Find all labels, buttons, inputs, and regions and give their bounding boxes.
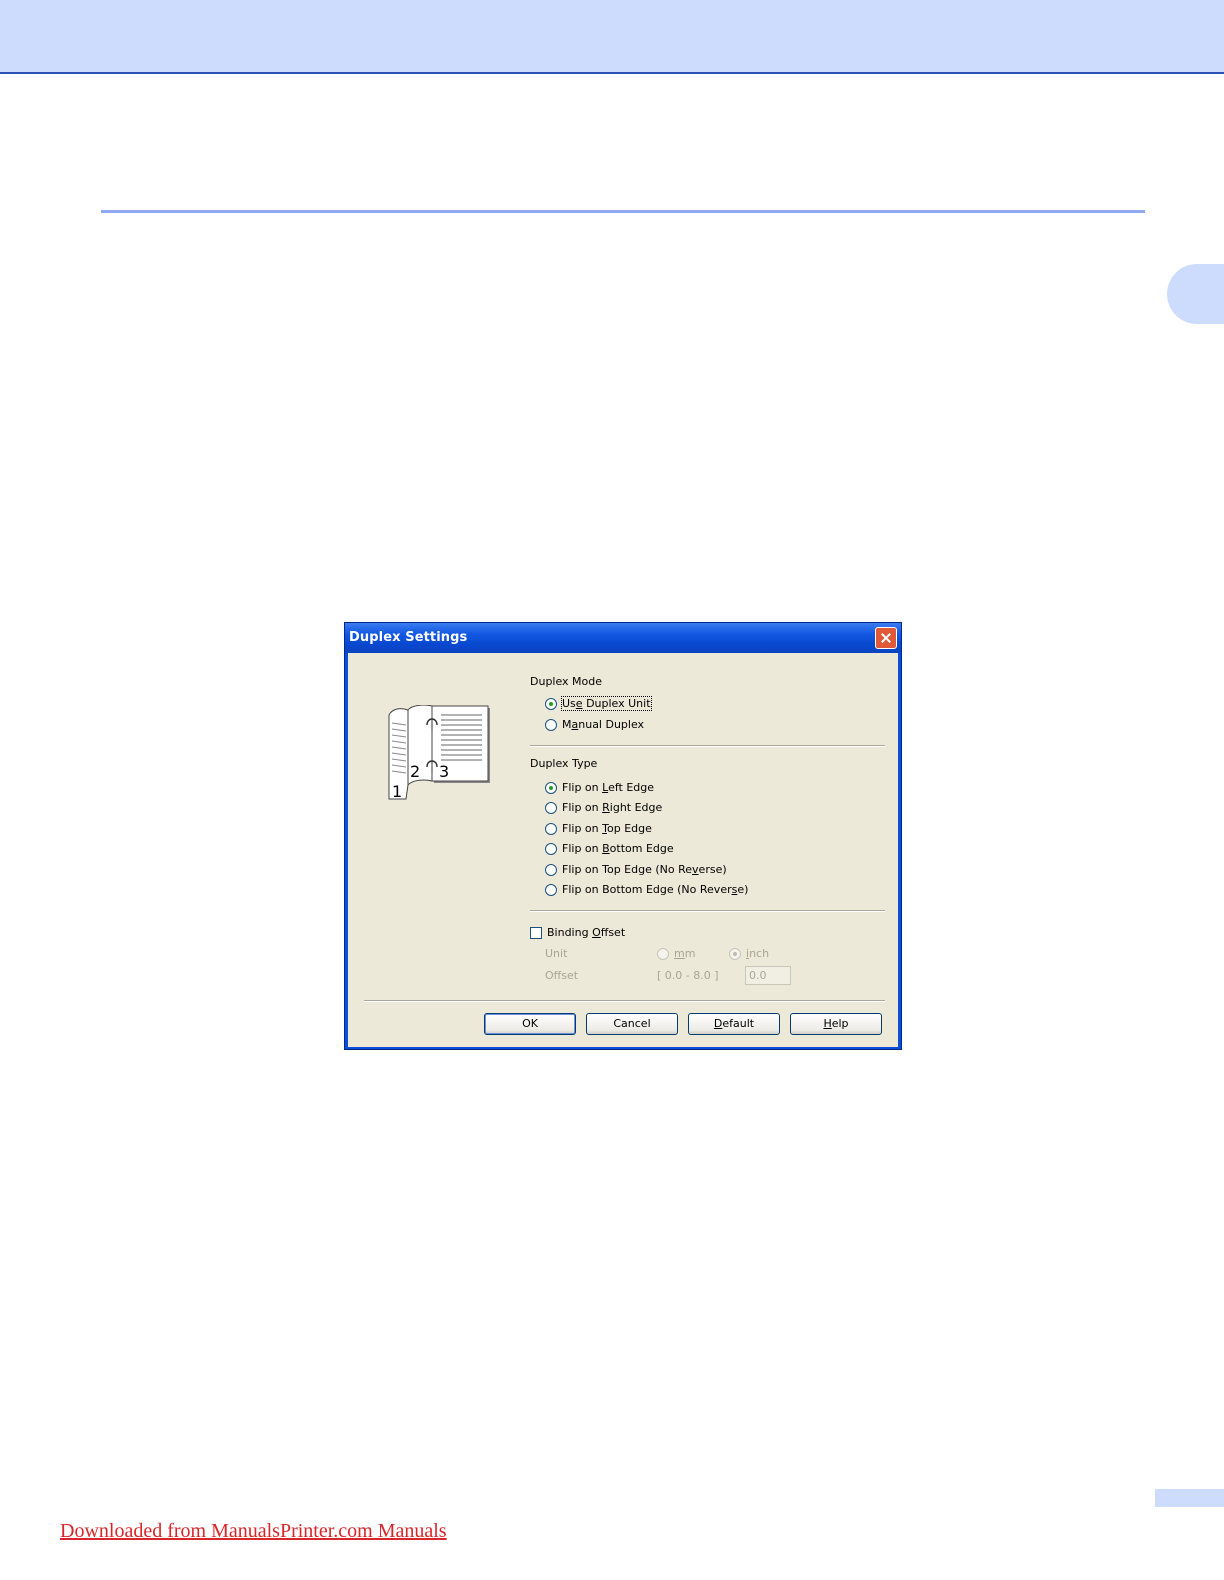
unit-inch-label[interactable]: inch (746, 947, 769, 960)
binding-offset-checkbox[interactable] (530, 927, 542, 939)
manual-duplex-radio[interactable] (545, 719, 557, 731)
section-rule (101, 210, 1145, 213)
manual-duplex-label[interactable]: Manual Duplex (562, 718, 644, 731)
preview-page-2: 2 (410, 762, 420, 781)
close-icon[interactable] (875, 627, 897, 649)
use-duplex-unit-radio[interactable] (545, 698, 557, 710)
use-duplex-unit-label[interactable]: Use Duplex Unit (561, 696, 652, 711)
unit-mm-radio[interactable] (657, 948, 669, 960)
flip-right-edge-label[interactable]: Flip on Right Edge (562, 801, 662, 814)
flip-left-edge-radio[interactable] (545, 782, 557, 794)
flip-bottom-no-reverse-label[interactable]: Flip on Bottom Edge (No Reverse) (562, 883, 748, 896)
chapter-tab (1167, 264, 1224, 324)
separator (530, 745, 885, 747)
dialog-title: Duplex Settings (349, 630, 468, 645)
dialog-titlebar[interactable]: Duplex Settings (345, 623, 901, 653)
flip-top-edge-radio[interactable] (545, 823, 557, 835)
separator (530, 910, 885, 912)
help-button[interactable]: Help (790, 1013, 882, 1035)
flip-bottom-edge-label[interactable]: Flip on Bottom Edge (562, 842, 674, 855)
header-band (0, 0, 1224, 74)
unit-label: Unit (545, 947, 568, 960)
binding-offset-label[interactable]: Binding Offset (547, 926, 625, 939)
flip-bottom-edge-radio[interactable] (545, 843, 557, 855)
offset-value-field[interactable]: 0.0 (745, 966, 791, 985)
unit-mm-label[interactable]: mm (674, 947, 695, 960)
flip-top-edge-label[interactable]: Flip on Top Edge (562, 822, 652, 835)
duplex-mode-label: Duplex Mode (530, 675, 603, 688)
cancel-button[interactable]: Cancel (586, 1013, 678, 1035)
page-number-tab (1155, 1489, 1224, 1507)
flip-top-no-reverse-radio[interactable] (545, 864, 557, 876)
ok-button[interactable]: OK (484, 1013, 576, 1035)
footer-download-link[interactable]: Downloaded from ManualsPrinter.com Manua… (60, 1520, 447, 1543)
offset-label: Offset (545, 969, 579, 982)
offset-range-label: [ 0.0 - 8.0 ] (657, 969, 719, 982)
duplex-settings-dialog: Duplex Settings 1 2 3 Duplex Mode Use Du… (344, 622, 902, 1050)
preview-page-1: 1 (392, 782, 402, 801)
unit-inch-radio[interactable] (729, 948, 741, 960)
separator (364, 1000, 885, 1002)
flip-right-edge-radio[interactable] (545, 802, 557, 814)
preview-page-3: 3 (439, 762, 449, 781)
flip-left-edge-label[interactable]: Flip on Left Edge (562, 781, 654, 794)
dialog-body: 1 2 3 Duplex Mode Use Duplex Unit Manual… (348, 653, 898, 1047)
duplex-preview-icon: 1 2 3 (388, 705, 490, 801)
default-button[interactable]: Default (688, 1013, 780, 1035)
flip-top-no-reverse-label[interactable]: Flip on Top Edge (No Reverse) (562, 863, 727, 876)
duplex-type-label: Duplex Type (530, 757, 598, 770)
flip-bottom-no-reverse-radio[interactable] (545, 884, 557, 896)
